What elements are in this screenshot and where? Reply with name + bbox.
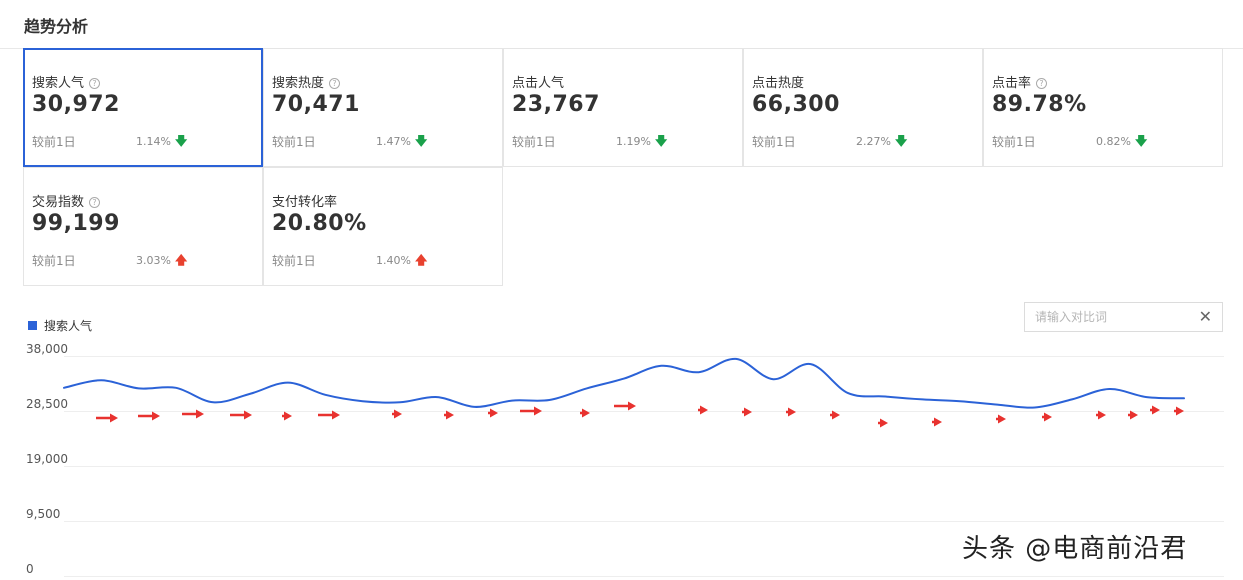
metric-label-text: 交易指数 <box>32 195 85 210</box>
annotation-arrow-icon <box>580 408 590 418</box>
metric-label-text: 点击率 <box>992 76 1032 91</box>
annotation-arrow-icon <box>1174 406 1184 416</box>
legend-swatch <box>28 321 37 330</box>
arrow-down-icon: 🡇 <box>654 134 668 148</box>
arrow-down-icon: 🡇 <box>174 134 188 148</box>
annotation-arrow-icon <box>1150 405 1160 415</box>
compare-label: 较前1日 <box>32 135 76 149</box>
arrow-down-icon: 🡇 <box>414 134 428 148</box>
compare-label: 较前1日 <box>992 135 1036 149</box>
arrow-down-icon: 🡇 <box>1134 134 1148 148</box>
compare-label: 较前1日 <box>32 254 76 268</box>
series-line-search-popularity[interactable] <box>63 357 1185 409</box>
metric-label-text: 搜索热度 <box>272 76 325 91</box>
compare-label: 较前1日 <box>272 135 316 149</box>
change-percent: 1.40% 🡅 <box>376 251 427 272</box>
watermark-text: 头条 @电商前沿君 <box>962 534 1188 564</box>
change-percent: 3.03% 🡅 <box>136 251 187 272</box>
arrow-down-icon: 🡇 <box>894 134 908 148</box>
annotation-arrow-icon <box>230 410 252 420</box>
change-percent-text: 1.19% <box>616 135 651 148</box>
change-percent: 2.27% 🡇 <box>856 132 907 153</box>
legend-label: 搜索人气 <box>44 319 93 333</box>
metric-label: 点击人气 <box>512 72 564 91</box>
metric-label: 点击热度 <box>752 72 804 91</box>
metric-value: 66,300 <box>752 92 840 117</box>
annotation-arrow-icon <box>1042 412 1052 422</box>
change-percent-text: 2.27% <box>856 135 891 148</box>
help-icon[interactable]: ? <box>89 197 101 208</box>
annotation-arrow-icon <box>878 418 888 428</box>
annotation-arrow-icon <box>996 414 1006 424</box>
metric-label: 支付转化率 <box>272 191 337 210</box>
metric-label-text: 点击人气 <box>512 76 565 91</box>
compare-search-input[interactable] <box>1025 303 1195 331</box>
change-percent-text: 3.03% <box>136 254 171 267</box>
change-percent: 0.82% 🡇 <box>1096 132 1147 153</box>
chart-legend[interactable]: 搜索人气 <box>28 317 92 334</box>
change-percent: 1.19% 🡇 <box>616 132 667 153</box>
metric-card-click-heat[interactable]: 点击热度 66,300 较前1日 2.27% 🡇 <box>743 48 983 167</box>
metric-value: 30,972 <box>32 92 120 117</box>
arrow-up-icon: 🡅 <box>174 253 188 267</box>
page-header: 趋势分析 <box>0 0 1243 49</box>
help-icon[interactable]: ? <box>89 78 101 89</box>
compare-label: 较前1日 <box>272 254 316 268</box>
metric-value: 99,199 <box>32 211 120 236</box>
compare-label: 较前1日 <box>512 135 556 149</box>
annotation-arrow-icon <box>138 411 160 421</box>
metric-card-click-rate[interactable]: 点击率? 89.78% 较前1日 0.82% 🡇 <box>983 48 1223 167</box>
metric-label-text: 支付转化率 <box>272 195 338 210</box>
metric-card-click-popularity[interactable]: 点击人气 23,767 较前1日 1.19% 🡇 <box>503 48 743 167</box>
annotation-arrow-icon <box>614 401 636 411</box>
clear-icon[interactable]: ✕ <box>1199 308 1212 326</box>
metric-value: 89.78% <box>992 92 1087 117</box>
annotation-arrow-icon <box>392 409 402 419</box>
change-percent: 1.14% 🡇 <box>136 132 187 153</box>
metric-value: 70,471 <box>272 92 360 117</box>
page-title: 趋势分析 <box>24 17 89 36</box>
metric-label-text: 点击热度 <box>752 76 805 91</box>
help-icon[interactable]: ? <box>1036 78 1048 89</box>
metric-label: 搜索热度? <box>272 72 341 91</box>
annotation-arrow-icon <box>932 417 942 427</box>
metric-label: 搜索人气? <box>32 72 101 91</box>
annotation-arrow-icon <box>742 407 752 417</box>
annotation-arrow-icon <box>318 410 340 420</box>
annotation-arrow-icon <box>182 409 204 419</box>
compare-search-box[interactable]: ✕ <box>1024 302 1223 332</box>
metric-card-payment-conversion[interactable]: 支付转化率 20.80% 较前1日 1.40% 🡅 <box>263 167 503 286</box>
annotation-arrow-icon <box>96 413 118 423</box>
metric-label-text: 搜索人气 <box>32 76 85 91</box>
change-percent-text: 1.47% <box>376 135 411 148</box>
change-percent-text: 1.14% <box>136 135 171 148</box>
metric-label: 点击率? <box>992 72 1048 91</box>
annotation-arrow-icon <box>786 407 796 417</box>
metric-label: 交易指数? <box>32 191 101 210</box>
change-percent: 1.47% 🡇 <box>376 132 427 153</box>
annotation-arrow-icon <box>830 410 840 420</box>
metric-value: 20.80% <box>272 211 367 236</box>
annotation-arrow-icon <box>520 406 542 416</box>
annotation-arrow-icon <box>444 410 454 420</box>
change-percent-text: 0.82% <box>1096 135 1131 148</box>
annotation-arrow-icon <box>1096 410 1106 420</box>
annotation-arrow-icon <box>488 408 498 418</box>
metric-card-trade-index[interactable]: 交易指数? 99,199 较前1日 3.03% 🡅 <box>23 167 263 286</box>
metric-card-search-popularity[interactable]: 搜索人气? 30,972 较前1日 1.14% 🡇 <box>23 48 263 167</box>
annotation-arrow-icon <box>698 405 708 415</box>
annotation-arrow-icon <box>282 411 292 421</box>
metric-card-search-heat[interactable]: 搜索热度? 70,471 较前1日 1.47% 🡇 <box>263 48 503 167</box>
change-percent-text: 1.40% <box>376 254 411 267</box>
help-icon[interactable]: ? <box>329 78 341 89</box>
compare-label: 较前1日 <box>752 135 796 149</box>
arrow-up-icon: 🡅 <box>414 253 428 267</box>
metric-value: 23,767 <box>512 92 600 117</box>
annotation-arrows <box>96 401 1184 428</box>
annotation-arrow-icon <box>1128 410 1138 420</box>
